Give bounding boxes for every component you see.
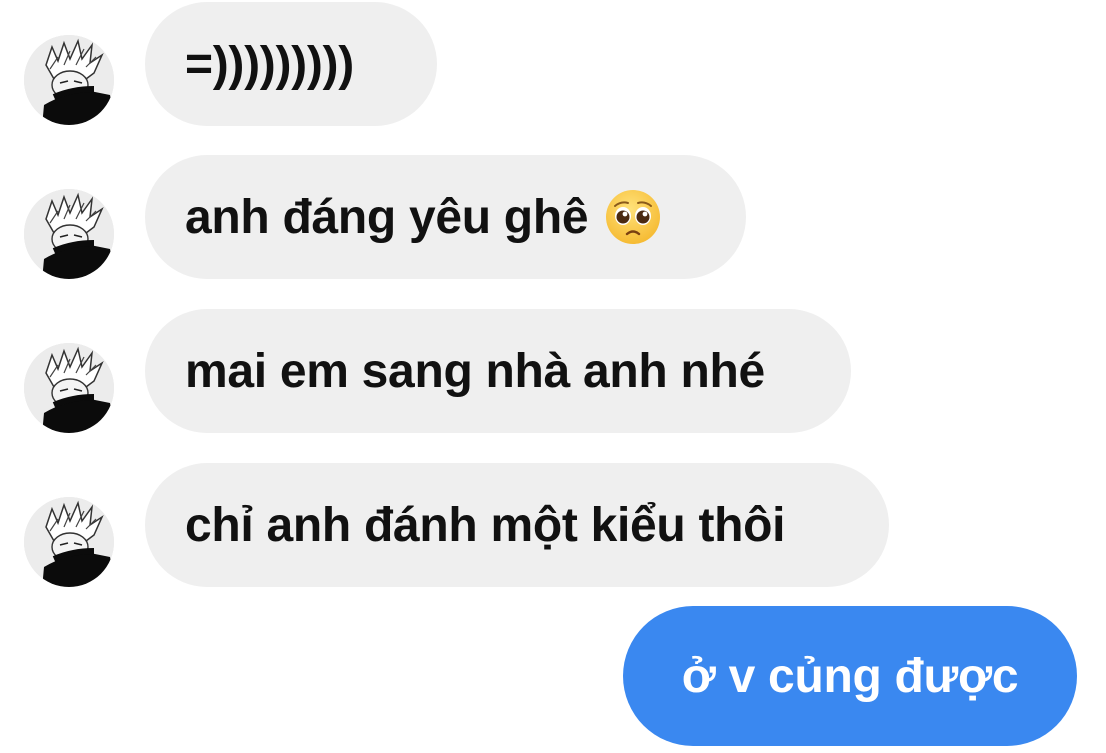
incoming-message-bubble[interactable]: mai em sang nhà anh nhé: [145, 309, 851, 433]
avatar-icon: [24, 343, 114, 433]
contact-avatar[interactable]: [24, 189, 114, 279]
contact-avatar[interactable]: [24, 343, 114, 433]
contact-avatar[interactable]: [24, 497, 114, 587]
pleading-face-emoji-icon: [604, 188, 662, 246]
incoming-message-bubble[interactable]: =))))))))): [145, 2, 437, 126]
avatar-icon: [24, 497, 114, 587]
avatar-icon: [24, 35, 114, 125]
message-text: ở v củng được: [681, 649, 1019, 703]
incoming-message-bubble[interactable]: anh đáng yêu ghê: [145, 155, 746, 279]
avatar-icon: [24, 189, 114, 279]
message-text: mai em sang nhà anh nhé: [185, 344, 765, 398]
contact-avatar[interactable]: [24, 35, 114, 125]
message-text: chỉ anh đánh một kiểu thôi: [185, 498, 786, 552]
message-text: anh đáng yêu ghê: [185, 190, 589, 244]
message-text: =))))))))): [185, 37, 354, 91]
incoming-message-bubble[interactable]: chỉ anh đánh một kiểu thôi: [145, 463, 889, 587]
outgoing-message-bubble[interactable]: ở v củng được: [623, 606, 1077, 746]
